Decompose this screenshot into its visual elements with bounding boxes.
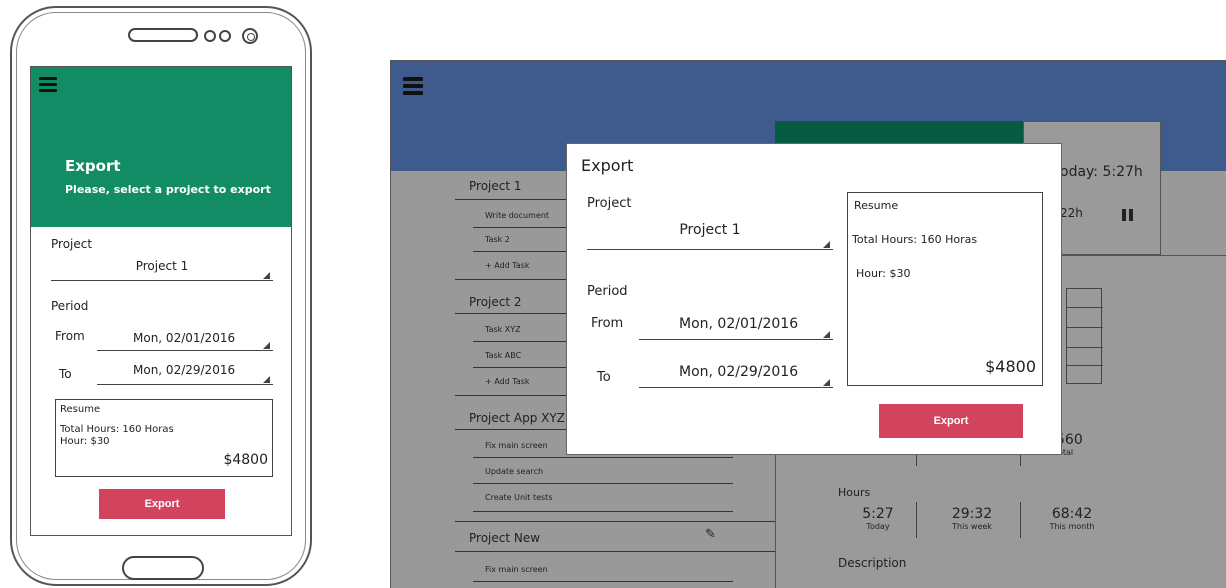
mobile-period-label: Period [51,299,89,313]
mobile-from-value: Mon, 02/01/2016 [133,331,236,345]
divider [1067,347,1103,348]
divider [473,457,733,458]
project-name[interactable]: Project New [469,531,540,545]
task-item[interactable]: Task XYZ [485,325,521,334]
modal-resume-amount: $4800 [985,357,1036,376]
modal-to-value: Mon, 02/29/2016 [679,364,799,380]
modal-resume-box: Resume Total Hours: 160 Horas Hour: $30 … [847,192,1043,386]
divider [455,521,775,522]
divider [473,581,733,582]
mobile-resume-title: Resume [60,404,101,415]
divider [1067,327,1103,328]
mobile-page-title: Export [65,157,121,175]
modal-from-date-select[interactable]: Mon, 02/01/2016 [639,310,833,340]
hamburger-menu-icon[interactable] [403,77,423,98]
dropdown-triangle-icon [263,342,270,349]
modal-project-select[interactable]: Project 1 [587,218,833,250]
summary-grid [1066,288,1103,384]
task-item[interactable]: Task 2 [485,235,510,244]
divider [1020,502,1021,538]
mobile-project-label: Project [51,237,93,251]
phone-sensor-icon [219,30,231,42]
phone-speaker [128,28,198,42]
mobile-to-date-select[interactable]: Mon, 02/29/2016 [97,359,273,385]
project-name[interactable]: Project App XYZ [469,411,565,425]
task-item[interactable]: Fix main screen [485,441,548,450]
mobile-resume-hour-rate: Hour: $30 [60,436,110,447]
dropdown-triangle-icon [823,379,830,386]
modal-from-value: Mon, 02/01/2016 [679,316,799,332]
phone-camera-icon [204,30,216,42]
divider [473,511,733,512]
dropdown-triangle-icon [263,272,270,279]
stat-value: 5:27 [862,506,894,522]
phone-home-button[interactable] [122,556,204,580]
stat-value: 68:42 [1051,506,1093,522]
mobile-header [31,67,291,227]
stat-today: 5:27 Today [838,506,918,531]
stat-this-month: 68:42 This month [1032,506,1112,531]
dropdown-triangle-icon [263,376,270,383]
mobile-from-date-select[interactable]: Mon, 02/01/2016 [97,325,273,351]
mobile-from-label: From [55,329,85,343]
modal-title: Export [581,156,634,175]
add-task-link[interactable]: + Add Task [485,377,530,386]
today-time-label: oday: 5:27h [1060,164,1143,180]
modal-project-label: Project [587,196,632,211]
stat-value: 29:32 [951,506,993,522]
select-underline [97,350,273,351]
dropdown-triangle-icon [823,241,830,248]
add-task-link[interactable]: + Add Task [485,261,530,270]
mobile-resume-box: Resume Total Hours: 160 Horas Hour: $30 … [55,399,273,477]
modal-project-value: Project 1 [679,222,741,238]
mobile-project-select[interactable]: Project 1 [51,253,273,281]
mobile-screen: Export Please, select a project to expor… [30,66,292,536]
task-item[interactable]: Write document [485,211,549,220]
export-modal: Export Project Project 1 Period From Mon… [566,143,1062,455]
project-name[interactable]: Project 1 [469,179,522,193]
hours-label: Hours [838,486,871,499]
hamburger-menu-icon[interactable] [39,77,57,95]
divider [1067,365,1103,366]
task-item[interactable]: Fix main screen [485,565,548,574]
divider [455,551,775,552]
mobile-to-label: To [59,367,72,381]
modal-to-date-select[interactable]: Mon, 02/29/2016 [639,358,833,388]
mobile-project-value: Project 1 [135,259,189,273]
select-underline [639,387,833,388]
select-underline [639,339,833,340]
description-label: Description [838,556,907,570]
stat-this-week: 29:32 This week [932,506,1012,531]
phone-front-camera-icon [242,28,258,44]
pause-icon[interactable] [1122,206,1136,225]
mobile-to-value: Mon, 02/29/2016 [133,363,236,377]
mobile-page-subtitle: Please, select a project to export [65,183,271,196]
task-item[interactable]: Create Unit tests [485,493,552,502]
divider [916,502,917,538]
modal-to-label: To [597,370,611,385]
task-item[interactable]: Task ABC [485,351,521,360]
modal-resume-hour-rate: Hour: $30 [856,267,911,280]
dropdown-triangle-icon [823,331,830,338]
select-underline [51,280,273,281]
mobile-resume-total-hours: Total Hours: 160 Horas [60,424,174,435]
modal-resume-total-hours: Total Hours: 160 Horas [852,233,978,246]
divider [473,483,733,484]
select-underline [97,384,273,385]
stat-label: This month [1049,522,1095,531]
divider [1067,307,1103,308]
project-name[interactable]: Project 2 [469,295,522,309]
mobile-resume-amount: $4800 [223,452,268,468]
select-underline [587,249,833,250]
time-fragment: 22h [1060,206,1083,220]
modal-from-label: From [591,316,624,331]
pencil-edit-icon[interactable]: ✎ [705,527,716,542]
task-item[interactable]: Update search [485,467,543,476]
modal-resume-title: Resume [854,199,899,212]
mobile-export-button[interactable]: Export [99,489,225,519]
modal-period-label: Period [587,284,628,299]
modal-export-button[interactable]: Export [879,404,1023,438]
stat-label: Today [866,522,890,531]
stat-label: This week [952,522,992,531]
